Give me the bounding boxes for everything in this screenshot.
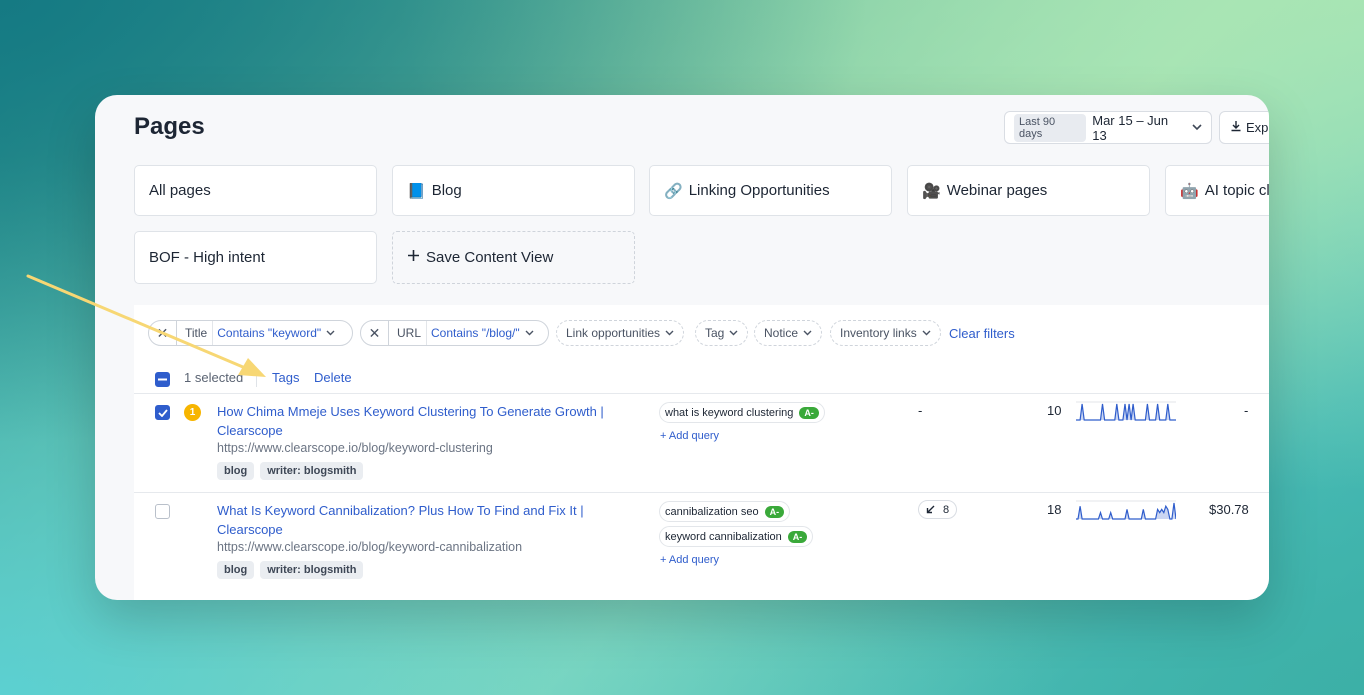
- export-button[interactable]: Exp: [1219, 111, 1269, 144]
- links-count: 8: [943, 503, 950, 516]
- tag-chip[interactable]: blog: [217, 462, 255, 480]
- chevron-down-icon: [326, 330, 335, 336]
- inventory-links-filter[interactable]: Inventory links: [830, 320, 941, 346]
- link-opportunities-filter[interactable]: Link opportunities: [556, 320, 685, 346]
- chevron-down-icon: [729, 330, 738, 336]
- filter-value-text: Contains "keyword": [217, 326, 322, 340]
- check-icon: [157, 408, 168, 417]
- view-bof-high-intent[interactable]: BOF - High intent: [134, 231, 377, 284]
- chevron-down-icon: [1192, 123, 1202, 133]
- query-text: keyword cannibalization: [665, 530, 782, 543]
- links-cell: -: [918, 403, 923, 418]
- filter-label: Notice: [764, 326, 799, 340]
- filter-field: Title: [177, 321, 214, 345]
- view-all-pages[interactable]: All pages: [134, 165, 377, 216]
- query-chip[interactable]: what is keyword clustering A-: [659, 402, 825, 423]
- filter-value[interactable]: Contains "/blog/": [427, 326, 542, 340]
- tags-action[interactable]: Tags: [272, 370, 299, 385]
- chevron-down-icon: [525, 330, 534, 336]
- table-row[interactable]: What Is Keyword Cannibalization? Plus Ho…: [134, 492, 1269, 591]
- view-label: BOF - High intent: [149, 249, 265, 266]
- filter-label: Link opportunities: [566, 326, 661, 340]
- page-title-link[interactable]: What Is Keyword Cannibalization? Plus Ho…: [217, 501, 627, 539]
- view-label: Webinar pages: [946, 182, 1048, 199]
- grade-badge: A-: [787, 530, 808, 543]
- download-icon: [1230, 120, 1242, 135]
- delete-action[interactable]: Delete: [314, 370, 352, 385]
- book-icon: 📘: [407, 182, 426, 200]
- inventory-links-badge[interactable]: 8: [918, 500, 958, 519]
- export-label: Exp: [1246, 120, 1269, 135]
- query-chip[interactable]: cannibalization seo A-: [659, 501, 791, 522]
- view-webinar-pages[interactable]: 🎥 Webinar pages: [907, 165, 1150, 216]
- selected-count: 1 selected: [184, 370, 244, 385]
- trend-sparkline: [1076, 500, 1176, 520]
- count-cell: 10: [1047, 403, 1062, 418]
- tag-filter[interactable]: Tag: [695, 320, 749, 346]
- page-title-link[interactable]: How Chima Mmeje Uses Keyword Clustering …: [217, 402, 627, 440]
- notice-badge[interactable]: 1: [184, 404, 201, 421]
- save-content-view-button[interactable]: Save Content View: [392, 231, 635, 284]
- table-row[interactable]: 1 How Chima Mmeje Uses Keyword Clusterin…: [134, 393, 1269, 492]
- page-url: https://www.clearscope.io/blog/keyword-c…: [217, 441, 493, 455]
- save-view-label: Save Content View: [426, 249, 554, 266]
- query-text: cannibalization seo: [665, 505, 759, 518]
- view-label: All pages: [149, 182, 211, 199]
- tag-chip[interactable]: writer: blogsmith: [260, 561, 364, 579]
- view-label: Linking Opportunities: [688, 182, 830, 199]
- view-linking-opportunities[interactable]: 🔗 Linking Opportunities: [649, 165, 892, 216]
- title-filter[interactable]: ✕ Title Contains "keyword": [148, 320, 353, 346]
- notice-filter[interactable]: Notice: [754, 320, 823, 346]
- selection-bar: 1 selected Tags Delete: [134, 365, 1269, 393]
- link-icon: 🔗: [664, 182, 683, 200]
- count-cell: 18: [1047, 502, 1062, 517]
- row-checkbox[interactable]: [155, 405, 170, 420]
- page-url: https://www.clearscope.io/blog/keyword-c…: [217, 540, 523, 554]
- close-icon[interactable]: ✕: [149, 321, 177, 345]
- url-filter[interactable]: ✕ URL Contains "/blog/": [360, 320, 549, 346]
- query-chip[interactable]: keyword cannibalization A-: [659, 526, 814, 547]
- robot-icon: 🤖: [1180, 182, 1199, 200]
- row-checkbox[interactable]: [155, 504, 170, 519]
- camera-icon: 🎥: [922, 182, 941, 200]
- view-label: AI topic clu: [1204, 182, 1269, 199]
- filter-label: Tag: [705, 326, 725, 340]
- grade-badge: A-: [799, 406, 819, 419]
- filter-value[interactable]: Contains "keyword": [213, 326, 343, 340]
- tag-chip[interactable]: blog: [217, 561, 255, 579]
- pages-table: ✕ Title Contains "keyword" ✕ URL Contain…: [134, 305, 1269, 600]
- plus-icon: [407, 249, 420, 266]
- grade-badge: A-: [764, 505, 785, 518]
- arrow-down-left-icon: [926, 505, 935, 514]
- date-range-label: Mar 15 – Jun 13: [1092, 112, 1169, 143]
- filter-label: Inventory links: [840, 326, 917, 340]
- chevron-down-icon: [922, 330, 931, 336]
- tag-list: blog writer: blogsmith: [217, 462, 364, 480]
- add-query-link[interactable]: + Add query: [660, 430, 719, 442]
- clear-filters-link[interactable]: Clear filters: [949, 326, 1015, 341]
- trend-sparkline: [1076, 401, 1176, 421]
- filter-field: URL: [389, 321, 428, 345]
- date-range-button[interactable]: Last 90 days Mar 15 – Jun 13: [1004, 111, 1212, 144]
- value-cell: -: [1244, 403, 1249, 418]
- select-all-checkbox[interactable]: [155, 372, 170, 387]
- close-icon[interactable]: ✕: [361, 321, 389, 345]
- tag-chip[interactable]: writer: blogsmith: [260, 462, 364, 480]
- filter-value-text: Contains "/blog/": [431, 326, 520, 340]
- view-ai-topic[interactable]: 🤖 AI topic clu: [1165, 165, 1269, 216]
- page-title: Pages: [134, 113, 205, 140]
- view-label: Blog: [431, 182, 462, 199]
- view-blog[interactable]: 📘 Blog: [392, 165, 635, 216]
- divider: [256, 369, 257, 387]
- minus-icon: [158, 378, 167, 381]
- tag-list: blog writer: blogsmith: [217, 561, 364, 579]
- value-cell: $30.78: [1209, 502, 1249, 517]
- chevron-down-icon: [803, 330, 812, 336]
- query-text: what is keyword clustering: [665, 406, 794, 419]
- chevron-down-icon: [665, 330, 674, 336]
- date-preset-chip: Last 90 days: [1014, 113, 1087, 142]
- add-query-link[interactable]: + Add query: [660, 554, 719, 566]
- pages-window: Pages Last 90 days Mar 15 – Jun 13 Exp A…: [95, 95, 1269, 600]
